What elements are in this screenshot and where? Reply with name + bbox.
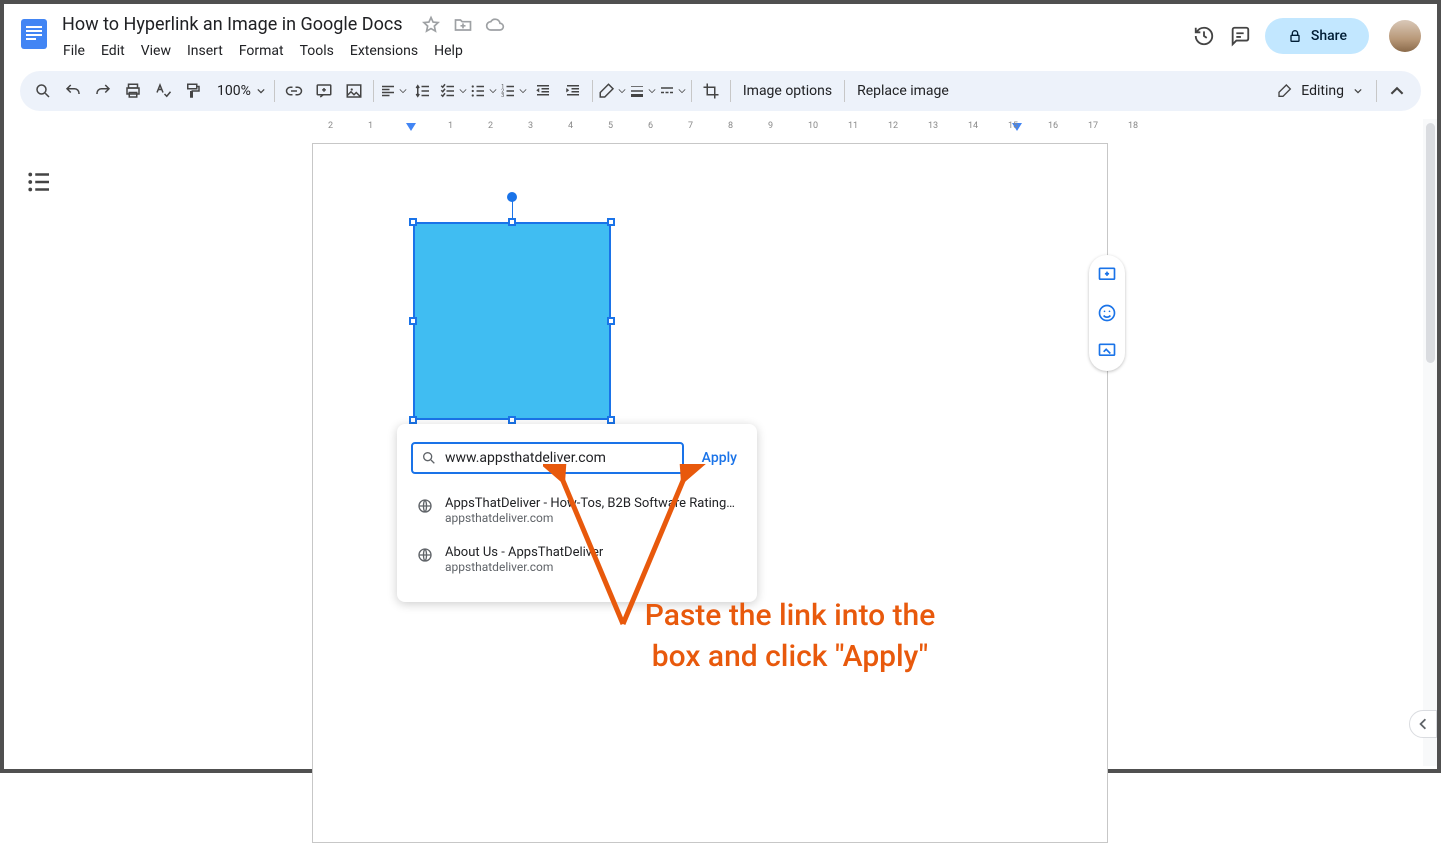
redo-icon[interactable] <box>89 77 117 105</box>
bulleted-list-icon[interactable] <box>469 77 497 105</box>
share-button[interactable]: Share <box>1265 18 1369 54</box>
replace-image-button[interactable]: Replace image <box>849 77 957 105</box>
search-menus-icon[interactable] <box>29 77 57 105</box>
app-header: How to Hyperlink an Image in Google Docs… <box>4 4 1437 63</box>
resize-handle-bm[interactable] <box>508 416 516 424</box>
border-color-icon[interactable] <box>598 77 626 105</box>
align-icon[interactable] <box>379 77 407 105</box>
annotation-line1: Paste the link into the <box>645 598 936 633</box>
checklist-icon[interactable] <box>439 77 467 105</box>
suggest-edits-icon[interactable] <box>1095 339 1119 363</box>
menu-view[interactable]: View <box>134 39 178 63</box>
insert-link-panel: Apply AppsThatDeliver - How-Tos, B2B Sof… <box>397 424 757 602</box>
menu-insert[interactable]: Insert <box>180 39 230 63</box>
menu-extensions[interactable]: Extensions <box>343 39 425 63</box>
link-suggestion[interactable]: About Us - AppsThatDeliver appsthatdeliv… <box>411 535 743 584</box>
toolbar: 100% 123 Image options Replace image Edi… <box>20 71 1421 111</box>
insert-link-icon[interactable] <box>280 77 308 105</box>
resize-handle-ml[interactable] <box>409 317 417 325</box>
add-comment-icon[interactable] <box>310 77 338 105</box>
border-weight-icon[interactable] <box>628 77 656 105</box>
header-right: Share <box>1193 12 1421 54</box>
editing-mode-button[interactable]: Editing <box>1267 83 1372 99</box>
insert-image-icon[interactable] <box>340 77 368 105</box>
horizontal-ruler[interactable]: 21123456789101112131415161718 <box>308 119 1108 139</box>
svg-text:3: 3 <box>501 93 504 99</box>
resize-handle-bl[interactable] <box>409 416 417 424</box>
globe-icon <box>417 498 433 514</box>
border-dash-icon[interactable] <box>658 77 686 105</box>
emoji-reaction-icon[interactable] <box>1095 301 1119 325</box>
print-icon[interactable] <box>119 77 147 105</box>
user-avatar[interactable] <box>1389 20 1421 52</box>
resize-handle-mr[interactable] <box>607 317 615 325</box>
collapse-toolbar-icon[interactable] <box>1381 75 1413 107</box>
caret-down-icon <box>1354 86 1362 96</box>
apply-button[interactable]: Apply <box>696 446 743 470</box>
resize-handle-br[interactable] <box>607 416 615 424</box>
globe-icon <box>417 547 433 563</box>
document-title[interactable]: How to Hyperlink an Image in Google Docs <box>56 12 409 37</box>
side-action-bubble <box>1089 255 1125 371</box>
comment-icon[interactable] <box>1229 25 1251 47</box>
image-options-button[interactable]: Image options <box>735 77 840 105</box>
document-outline-icon[interactable] <box>24 167 54 197</box>
document-page[interactable]: Apply AppsThatDeliver - How-Tos, B2B Sof… <box>312 143 1108 843</box>
workspace: 21123456789101112131415161718 Apply <box>4 119 1437 766</box>
annotation-line2: box and click "Apply" <box>652 639 928 674</box>
decrease-indent-icon[interactable] <box>529 77 557 105</box>
spellcheck-icon[interactable] <box>149 77 177 105</box>
docs-app-icon <box>16 16 52 52</box>
suggestion-subtitle: appsthatdeliver.com <box>445 511 735 525</box>
annotation-text: Paste the link into the box and click "A… <box>565 596 1015 677</box>
history-icon[interactable] <box>1193 25 1215 47</box>
menu-edit[interactable]: Edit <box>94 39 132 63</box>
share-label: Share <box>1311 28 1347 44</box>
crop-image-icon[interactable] <box>697 77 725 105</box>
line-spacing-icon[interactable] <box>409 77 437 105</box>
left-rail <box>24 167 54 201</box>
add-comment-bubble-icon[interactable] <box>1095 263 1119 287</box>
increase-indent-icon[interactable] <box>559 77 587 105</box>
vertical-scrollbar[interactable] <box>1423 119 1437 766</box>
expand-side-panel-icon[interactable] <box>1409 710 1437 738</box>
link-input-wrap[interactable] <box>411 442 684 474</box>
move-folder-icon[interactable] <box>453 15 473 35</box>
menu-format[interactable]: Format <box>232 39 291 63</box>
left-indent-marker[interactable] <box>406 123 416 135</box>
menu-file[interactable]: File <box>56 39 92 63</box>
menu-help[interactable]: Help <box>427 39 470 63</box>
menu-bar: File Edit View Insert Format Tools Exten… <box>56 39 1193 63</box>
star-icon[interactable] <box>421 15 441 35</box>
resize-handle-tr[interactable] <box>607 218 615 226</box>
numbered-list-icon[interactable]: 123 <box>499 77 527 105</box>
rotation-handle[interactable] <box>507 192 517 202</box>
lock-icon <box>1287 28 1303 44</box>
link-input-row: Apply <box>411 442 743 474</box>
pencil-icon <box>1277 83 1293 99</box>
link-url-input[interactable] <box>437 450 674 466</box>
selected-image[interactable] <box>413 222 611 420</box>
scroll-thumb[interactable] <box>1426 123 1435 363</box>
resize-handle-tl[interactable] <box>409 218 417 226</box>
resize-handle-tm[interactable] <box>508 218 516 226</box>
image-shape <box>413 222 611 420</box>
menu-tools[interactable]: Tools <box>293 39 341 63</box>
search-icon <box>421 450 437 466</box>
editing-label: Editing <box>1301 83 1344 99</box>
suggestion-title: AppsThatDeliver - How-Tos, B2B Software … <box>445 496 735 511</box>
title-area: How to Hyperlink an Image in Google Docs… <box>56 12 1193 63</box>
undo-icon[interactable] <box>59 77 87 105</box>
zoom-select[interactable]: 100% <box>209 77 269 105</box>
link-suggestion[interactable]: AppsThatDeliver - How-Tos, B2B Software … <box>411 486 743 535</box>
paint-format-icon[interactable] <box>179 77 207 105</box>
cloud-saved-icon[interactable] <box>485 15 505 35</box>
suggestion-subtitle: appsthatdeliver.com <box>445 560 603 574</box>
title-row: How to Hyperlink an Image in Google Docs <box>56 12 1193 37</box>
vertical-ruler[interactable] <box>4 143 22 783</box>
suggestion-title: About Us - AppsThatDeliver <box>445 545 603 560</box>
